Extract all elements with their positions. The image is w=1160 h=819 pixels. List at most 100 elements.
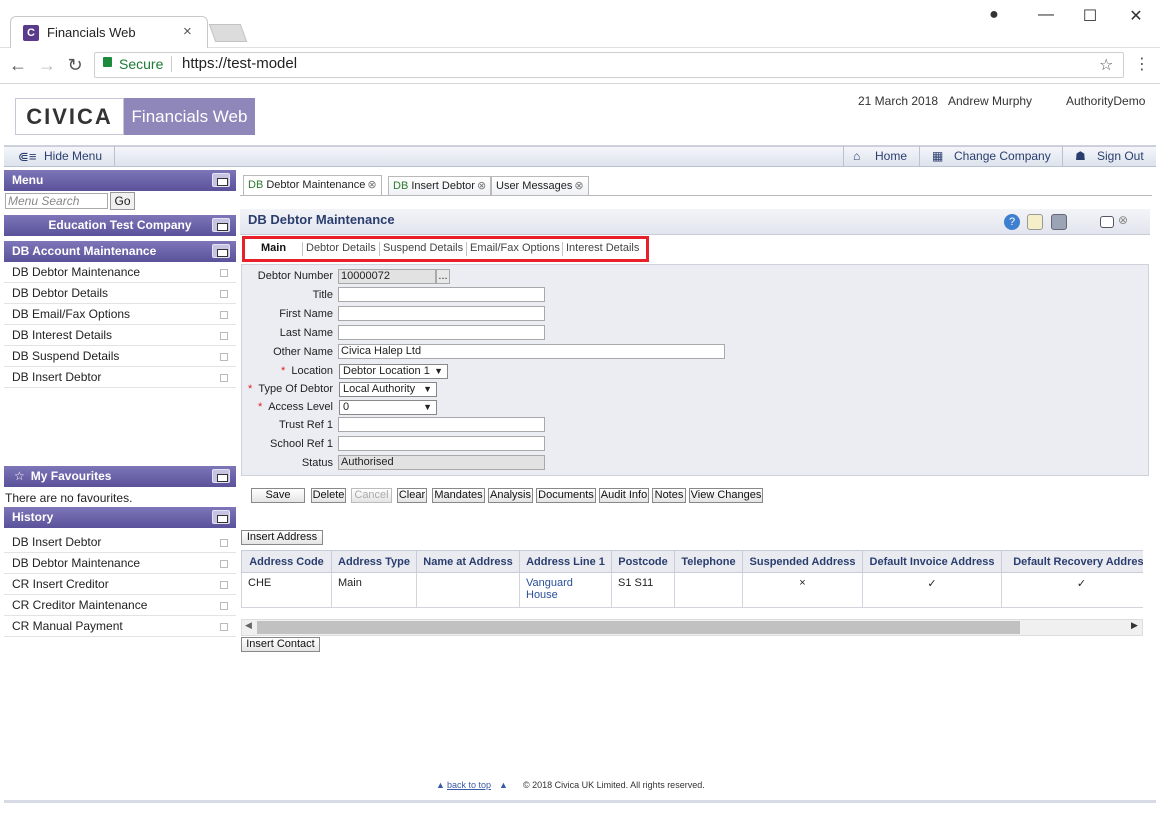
view-changes-button[interactable]: View Changes [689,488,763,503]
sign-out-button[interactable]: Sign Out [1097,149,1144,163]
subtab-debtor-details[interactable]: Debtor Details [306,242,376,254]
clear-button[interactable]: Clear [397,488,427,503]
panel-toggle-icon[interactable] [212,173,230,187]
history-item[interactable]: CR Creditor Maintenance [4,595,236,616]
close-window-icon[interactable]: ✕ [1122,6,1150,26]
tab-strip-line [240,195,1152,196]
trust-ref-field[interactable] [338,417,545,432]
scrollbar-thumb[interactable] [257,621,1020,634]
close-tab-icon[interactable]: × [183,23,192,40]
subtab-suspend-details[interactable]: Suspend Details [383,242,463,254]
documents-button[interactable]: Documents [536,488,596,503]
browser-tab[interactable]: C Financials Web × [10,16,208,48]
table-row[interactable]: CHE Main Vanguard House S1 S11 × ✓ ✓ [241,572,1143,608]
hide-menu-button[interactable]: Hide Menu [44,149,102,163]
company-icon[interactable]: ▦ [932,149,943,163]
column-header[interactable]: Postcode [611,550,675,573]
close-tab-icon[interactable]: ⊗ [477,180,486,192]
mandates-button[interactable]: Mandates [432,488,485,503]
open-link-icon [220,581,228,589]
insert-contact-button[interactable]: Insert Contact [241,637,320,652]
change-company-button[interactable]: Change Company [954,149,1051,163]
section-open-icon[interactable] [212,244,230,258]
subtab-main[interactable]: Main [261,242,286,254]
hide-menu-icon[interactable]: ⋐≡ [18,149,36,165]
type-of-debtor-select[interactable]: Local Authority ▼ [339,382,437,397]
new-tab-button[interactable] [208,24,248,42]
sidebar-item-label: DB Email/Fax Options [12,307,131,321]
bookmark-star-icon[interactable]: ☆ [1099,55,1113,75]
panel-toggle-icon[interactable] [212,510,230,524]
first-name-field[interactable] [338,306,545,321]
column-header[interactable]: Telephone [674,550,743,573]
sign-out-icon[interactable]: ☗ [1075,149,1086,163]
back-to-top-link[interactable]: back to top [447,780,491,790]
maximize-icon[interactable]: ☐ [1076,6,1104,26]
analysis-button[interactable]: Analysis [488,488,533,503]
close-tab-icon[interactable]: ⊗ [574,180,583,192]
popout-icon[interactable] [1100,216,1114,228]
debtor-lookup-button[interactable]: ... [436,269,450,284]
subtab-email-fax[interactable]: Email/Fax Options [470,242,560,254]
section-header[interactable]: DB Account Maintenance [4,241,236,262]
close-tab-icon[interactable]: ⊗ [367,179,376,191]
other-name-field[interactable]: Civica Halep Ltd [338,344,725,359]
copyright-text: © 2018 Civica UK Limited. All rights res… [523,780,705,790]
tab-label: Debtor Maintenance [266,179,366,191]
delete-button[interactable]: Delete [311,488,346,503]
school-ref-field[interactable] [338,436,545,451]
last-name-field[interactable] [338,325,545,340]
column-header[interactable]: Name at Address [416,550,520,573]
address-line1-link[interactable]: Vanguard House [519,572,612,608]
notes-icon[interactable] [1027,214,1043,230]
location-select[interactable]: Debtor Location 1 ▼ [339,364,448,379]
menubar-divider [114,146,115,167]
help-icon[interactable]: ? [1004,214,1020,230]
print-icon[interactable] [1051,214,1067,230]
subtab-interest-details[interactable]: Interest Details [566,242,639,254]
cancel-button[interactable]: Cancel [351,488,392,503]
history-item[interactable]: CR Insert Creditor [4,574,236,595]
history-item-label: CR Insert Creditor [12,577,109,591]
product-name: Financials Web [124,98,255,135]
minimize-icon[interactable]: — [1032,6,1060,24]
audit-info-button[interactable]: Audit Info [599,488,649,503]
close-form-icon[interactable]: ⊗ [1118,213,1128,227]
home-button[interactable]: Home [875,149,907,163]
panel-toggle-icon[interactable] [212,218,230,232]
column-header[interactable]: Default Invoice Address [862,550,1002,573]
column-header[interactable]: Default Recovery Address [1001,550,1143,573]
column-header[interactable]: Suspended Address [742,550,863,573]
tab-debtor-maintenance[interactable]: DB Debtor Maintenance ⊗ [243,175,382,196]
suspended-cell: × [742,572,863,608]
scroll-right-icon[interactable]: ▶ [1131,620,1138,631]
home-icon[interactable]: ⌂ [853,149,860,163]
tab-label: User Messages [496,180,573,192]
notes-button[interactable]: Notes [652,488,686,503]
chrome-menu-icon[interactable]: ⋮ [1134,54,1150,74]
forward-arrow-icon[interactable]: → [35,55,59,76]
menu-search-go-button[interactable]: Go [110,192,135,210]
history-item[interactable]: DB Insert Debtor [4,532,236,553]
secure-label: Secure [119,56,164,72]
reload-icon[interactable]: ↻ [63,55,87,76]
title-field[interactable] [338,287,545,302]
column-header[interactable]: Address Code [241,550,332,573]
profile-icon[interactable]: ● [980,6,1008,24]
tab-user-messages[interactable]: User Messages ⊗ [491,176,589,196]
panel-toggle-icon[interactable] [212,469,230,483]
insert-address-button[interactable]: Insert Address [241,530,323,545]
history-item[interactable]: CR Manual Payment [4,616,236,637]
column-header[interactable]: Address Type [331,550,417,573]
debtor-number-field[interactable]: 10000072 [338,269,436,284]
access-level-select[interactable]: 0 ▼ [339,400,437,415]
menu-search-input[interactable]: Menu Search [5,193,108,209]
scroll-left-icon[interactable]: ◀ [245,620,252,631]
tab-insert-debtor[interactable]: DB Insert Debtor ⊗ [388,176,492,196]
section-title: DB Account Maintenance [12,244,157,258]
url-text[interactable]: https://test-model [182,55,297,72]
column-header[interactable]: Address Line 1 [519,550,612,573]
history-item[interactable]: DB Debtor Maintenance [4,553,236,574]
save-button[interactable]: Save [251,488,305,503]
back-arrow-icon[interactable]: ← [6,55,30,76]
